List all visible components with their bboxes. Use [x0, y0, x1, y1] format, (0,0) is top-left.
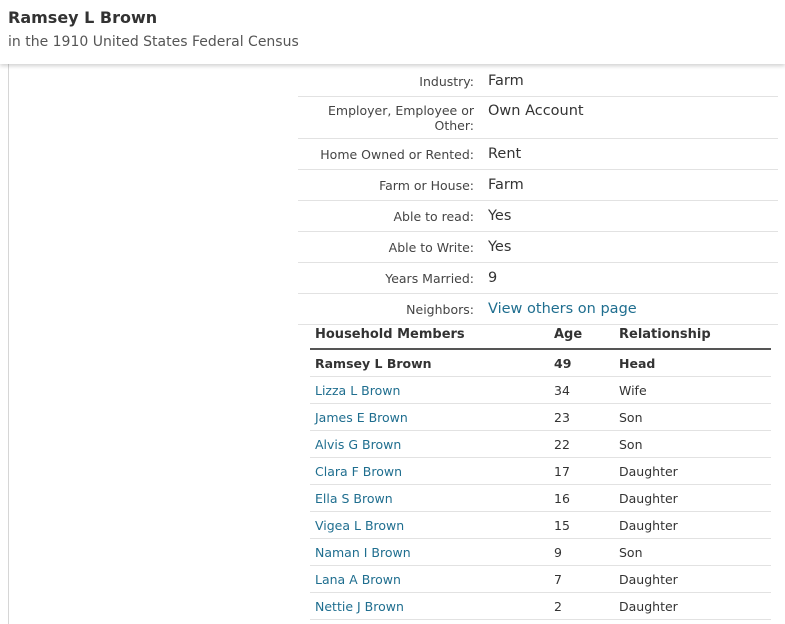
member-relationship: Wife	[619, 382, 647, 398]
column-header-name: Household Members	[315, 326, 465, 342]
member-age: 16	[554, 490, 570, 506]
page-subtitle: in the 1910 United States Federal Census	[8, 34, 299, 50]
table-row: Clara F Brown 17 Daughter	[310, 458, 771, 485]
detail-row-years-married: Years Married: 9	[298, 263, 778, 294]
member-name-link[interactable]: Lizza L Brown	[310, 383, 554, 398]
table-row: Vigea L Brown 15 Daughter	[310, 512, 771, 539]
member-relationship: Daughter	[619, 463, 678, 479]
member-age: 34	[554, 382, 570, 398]
table-row: Nettie J Brown 2 Daughter	[310, 593, 771, 620]
detail-label: Farm or House:	[379, 177, 474, 193]
member-name-link[interactable]: Ella S Brown	[310, 491, 554, 506]
table-row: Naman I Brown 9 Son	[310, 539, 771, 566]
member-name: Ramsey L Brown	[315, 355, 432, 371]
detail-label: Industry:	[419, 73, 474, 89]
detail-label: Home Owned or Rented:	[320, 146, 474, 162]
detail-label: Able to read:	[393, 208, 474, 224]
detail-label: Neighbors:	[406, 301, 474, 317]
page-header: Ramsey L Brown in the 1910 United States…	[0, 0, 785, 64]
member-name-link[interactable]: Lana A Brown	[310, 572, 554, 587]
detail-row-able-to-read: Able to read: Yes	[298, 201, 778, 232]
member-age: 15	[554, 517, 570, 533]
detail-value: Farm	[488, 176, 524, 193]
member-name-link[interactable]: Nettie J Brown	[310, 599, 554, 614]
detail-value: 9	[488, 269, 498, 286]
member-relationship: Daughter	[619, 571, 678, 587]
detail-value: Farm	[488, 72, 524, 89]
detail-row-able-to-write: Able to Write: Yes	[298, 232, 778, 263]
detail-row-industry: Industry: Farm	[298, 66, 778, 97]
member-relationship: Son	[619, 436, 643, 452]
detail-label: Employer, Employee or Other:	[328, 103, 474, 133]
table-row: Lizza L Brown 34 Wife	[310, 377, 771, 404]
detail-label: Years Married:	[385, 270, 474, 286]
member-age: 23	[554, 409, 570, 425]
table-row: James E Brown 23 Son	[310, 404, 771, 431]
table-row: Alvis G Brown 22 Son	[310, 431, 771, 458]
member-name-link[interactable]: James E Brown	[310, 410, 554, 425]
column-header-relationship: Relationship	[619, 326, 711, 342]
member-age: 7	[554, 571, 562, 587]
detail-value: Rent	[488, 145, 522, 162]
detail-label: Able to Write:	[388, 239, 474, 255]
member-name-link[interactable]: Vigea L Brown	[310, 518, 554, 533]
member-age: 17	[554, 463, 570, 479]
table-header: Household Members Age Relationship	[310, 320, 771, 350]
detail-value: Own Account	[488, 103, 584, 119]
table-row: Lana A Brown 7 Daughter	[310, 566, 771, 593]
member-name-link[interactable]: Alvis G Brown	[310, 437, 554, 452]
member-age: 9	[554, 544, 562, 560]
member-age: 49	[554, 355, 572, 371]
detail-value: Yes	[488, 238, 512, 255]
member-name-link[interactable]: Naman I Brown	[310, 545, 554, 560]
view-others-link[interactable]: View others on page	[488, 301, 637, 318]
detail-row-farm-or-house: Farm or House: Farm	[298, 170, 778, 201]
member-relationship: Son	[619, 409, 643, 425]
detail-row-employer: Employer, Employee or Other: Own Account	[298, 97, 778, 139]
member-age: 2	[554, 598, 562, 614]
table-row: Ramsey L Brown 49 Head	[310, 350, 771, 377]
left-panel-border	[8, 64, 9, 624]
member-relationship: Head	[619, 355, 656, 371]
details-list: Industry: Farm Employer, Employee or Oth…	[298, 66, 778, 325]
member-age: 22	[554, 436, 570, 452]
member-relationship: Daughter	[619, 598, 678, 614]
detail-value: Yes	[488, 207, 512, 224]
member-relationship: Son	[619, 544, 643, 560]
table-row: Ella S Brown 16 Daughter	[310, 485, 771, 512]
detail-row-home-owned: Home Owned or Rented: Rent	[298, 139, 778, 170]
page-title: Ramsey L Brown	[8, 8, 158, 27]
member-relationship: Daughter	[619, 490, 678, 506]
member-name-link[interactable]: Clara F Brown	[310, 464, 554, 479]
member-relationship: Daughter	[619, 517, 678, 533]
household-members-table: Household Members Age Relationship Ramse…	[310, 320, 771, 620]
column-header-age: Age	[554, 326, 583, 342]
